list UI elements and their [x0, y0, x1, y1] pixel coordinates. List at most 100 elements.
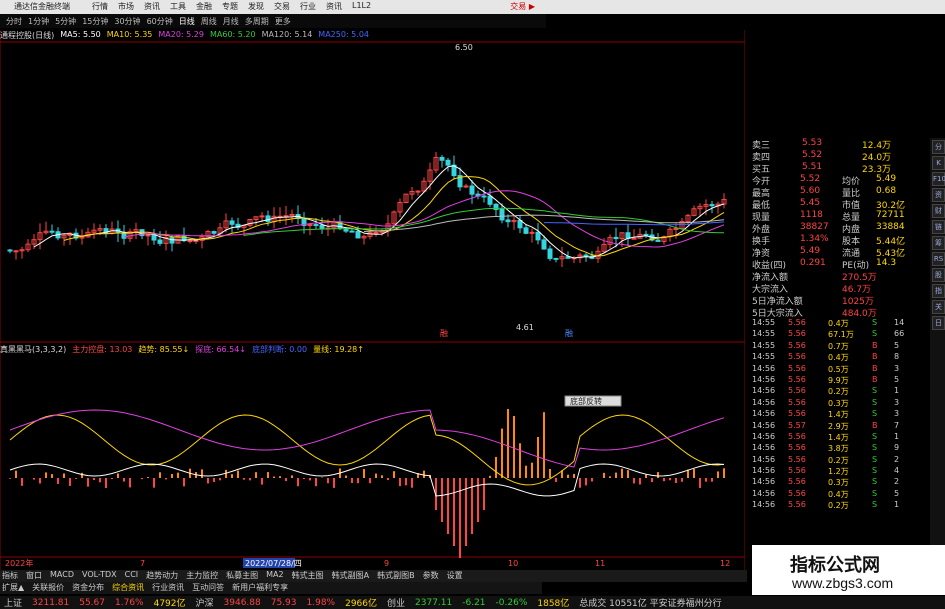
index-label[interactable]: 沪深: [196, 596, 214, 609]
menu-item[interactable]: 金融: [196, 1, 212, 12]
side-icon[interactable]: 筹: [932, 236, 945, 250]
indicator-tab[interactable]: 设置: [447, 570, 463, 582]
tick-price: 5.56: [788, 363, 806, 373]
menu-item[interactable]: 行情: [92, 1, 108, 12]
trade-link[interactable]: 交易 ▶: [510, 1, 535, 12]
stat-value: 0.68: [876, 186, 897, 196]
quote-row: 外盘 38827 内盘 33884: [752, 222, 930, 235]
menu-item[interactable]: 资讯: [144, 1, 160, 12]
side-icon[interactable]: 链: [932, 220, 945, 234]
tick-row: 14:55 5.56 0.4万 S 14: [752, 318, 930, 329]
indicator-tab[interactable]: CCI: [125, 570, 139, 582]
tick-dir: B: [872, 352, 878, 362]
side-icon[interactable]: 资: [932, 188, 945, 202]
side-icon[interactable]: 指: [932, 284, 945, 298]
period-tab[interactable]: 1分钟: [28, 16, 49, 27]
side-icon[interactable]: 分: [932, 140, 945, 154]
stat-value: 5.60: [800, 186, 821, 196]
side-icon[interactable]: 日: [932, 316, 945, 330]
indicator-tab[interactable]: 韩式副图A: [332, 570, 369, 582]
tick-price: 5.56: [788, 397, 806, 407]
indicator-legend-item: 趋势: 85.55↓: [138, 345, 190, 354]
indicator-tab[interactable]: 趋势动力: [146, 570, 178, 582]
tick-row: 14:56 5.56 0.3万 S 2: [752, 477, 930, 488]
indicator-legend-item: 探底: 66.54↓: [195, 345, 247, 354]
side-icon[interactable]: K: [932, 156, 945, 170]
period-tab[interactable]: 30分钟: [114, 16, 140, 27]
tick-price: 5.56: [788, 409, 806, 419]
side-icon[interactable]: 财: [932, 204, 945, 218]
candle-body: [265, 215, 271, 223]
stat-label: 最高: [752, 189, 771, 199]
menu-item[interactable]: 市场: [118, 1, 134, 12]
tick-price: 5.56: [788, 318, 806, 327]
tick-vol: 0.4万: [828, 319, 849, 328]
period-tab[interactable]: 周线: [201, 16, 217, 27]
tick-time: 14:56: [752, 363, 776, 373]
kline-chart[interactable]: 5.605.405.205.006.504.61融融150.0125.0100.…: [0, 30, 745, 570]
index-label[interactable]: 上证: [4, 596, 22, 609]
tick-count: 1: [894, 500, 900, 510]
popup-label: 底部反转: [570, 396, 602, 406]
candle-body: [523, 227, 529, 234]
bottom-tab[interactable]: 关联报价: [32, 582, 64, 594]
tick-time: 14:56: [752, 386, 776, 396]
indicator-tab[interactable]: VOL-TDX: [82, 570, 117, 582]
period-tab[interactable]: 更多: [275, 16, 291, 27]
candle-body: [319, 224, 325, 230]
bottom-tab[interactable]: 新用户福利专享: [232, 582, 288, 594]
bottom-tab[interactable]: 综合资讯: [112, 582, 144, 594]
indicator-tab[interactable]: 私募主图: [226, 570, 258, 582]
menu-item[interactable]: 专题: [222, 1, 238, 12]
bottom-tab[interactable]: 互动问答: [192, 582, 224, 594]
indicator-tab[interactable]: 韩式副图B: [377, 570, 415, 582]
candle-body: [655, 239, 661, 242]
indicator-tab[interactable]: 指标: [2, 570, 18, 582]
tick-count: 2: [894, 477, 900, 487]
period-tab[interactable]: 60分钟: [147, 16, 173, 27]
tick-row: 14:56 5.57 2.9万 B 7: [752, 421, 930, 432]
menu-item[interactable]: 资讯: [326, 1, 342, 12]
period-tab[interactable]: 月线: [223, 16, 239, 27]
period-tab[interactable]: 5分钟: [55, 16, 76, 27]
menu-item[interactable]: L1L2: [352, 1, 371, 12]
quote-row: 大宗流入 46.7万: [752, 282, 930, 295]
menu-item[interactable]: 发现: [248, 1, 264, 12]
level-price: 5.53: [802, 138, 823, 148]
level-label: 买五: [752, 165, 771, 175]
menu-item[interactable]: 工具: [170, 1, 186, 12]
period-tab[interactable]: 日线: [179, 16, 195, 27]
period-tab[interactable]: 多周期: [245, 16, 269, 27]
side-icon[interactable]: RS: [932, 252, 945, 266]
indicator-tab[interactable]: MA2: [266, 570, 283, 582]
watermark-url: www.zbgs3.com: [792, 575, 894, 591]
bottom-tab[interactable]: 资金分布: [72, 582, 104, 594]
indicator-tab[interactable]: 窗口: [26, 570, 42, 582]
stat-value: 72711: [876, 210, 905, 220]
bottom-tab[interactable]: 行业资讯: [152, 582, 184, 594]
index-change: 75.93: [270, 597, 297, 608]
candle-body: [613, 236, 619, 240]
side-icon[interactable]: F10: [932, 172, 945, 186]
indicator-tab[interactable]: 韩式主图: [292, 570, 324, 582]
side-icon[interactable]: 关: [932, 300, 945, 314]
tick-dir: S: [872, 386, 878, 396]
menu-item[interactable]: 交易: [274, 1, 290, 12]
ma-legend-item: MA20: 5.29: [158, 30, 204, 39]
indicator-tab[interactable]: 参数: [423, 570, 439, 582]
candle-body: [535, 231, 541, 241]
index-label[interactable]: 创业: [387, 596, 405, 609]
quote-row: 最低 5.45 市值 30.2亿: [752, 198, 930, 211]
side-icon[interactable]: 股: [932, 268, 945, 282]
tick-price: 5.56: [788, 466, 806, 476]
menu-item[interactable]: 行业: [300, 1, 316, 12]
indicator-tab[interactable]: 主力监控: [186, 570, 218, 582]
period-tab[interactable]: 分时: [6, 16, 22, 27]
indicator-tab[interactable]: MACD: [50, 570, 74, 582]
tick-price: 5.56: [788, 386, 806, 396]
tick-price: 5.56: [788, 431, 806, 441]
period-tab[interactable]: 15分钟: [82, 16, 108, 27]
bottom-line: [9, 409, 725, 468]
stat-label: 换手: [752, 237, 771, 247]
bottom-tab[interactable]: 扩展▲: [2, 582, 24, 594]
